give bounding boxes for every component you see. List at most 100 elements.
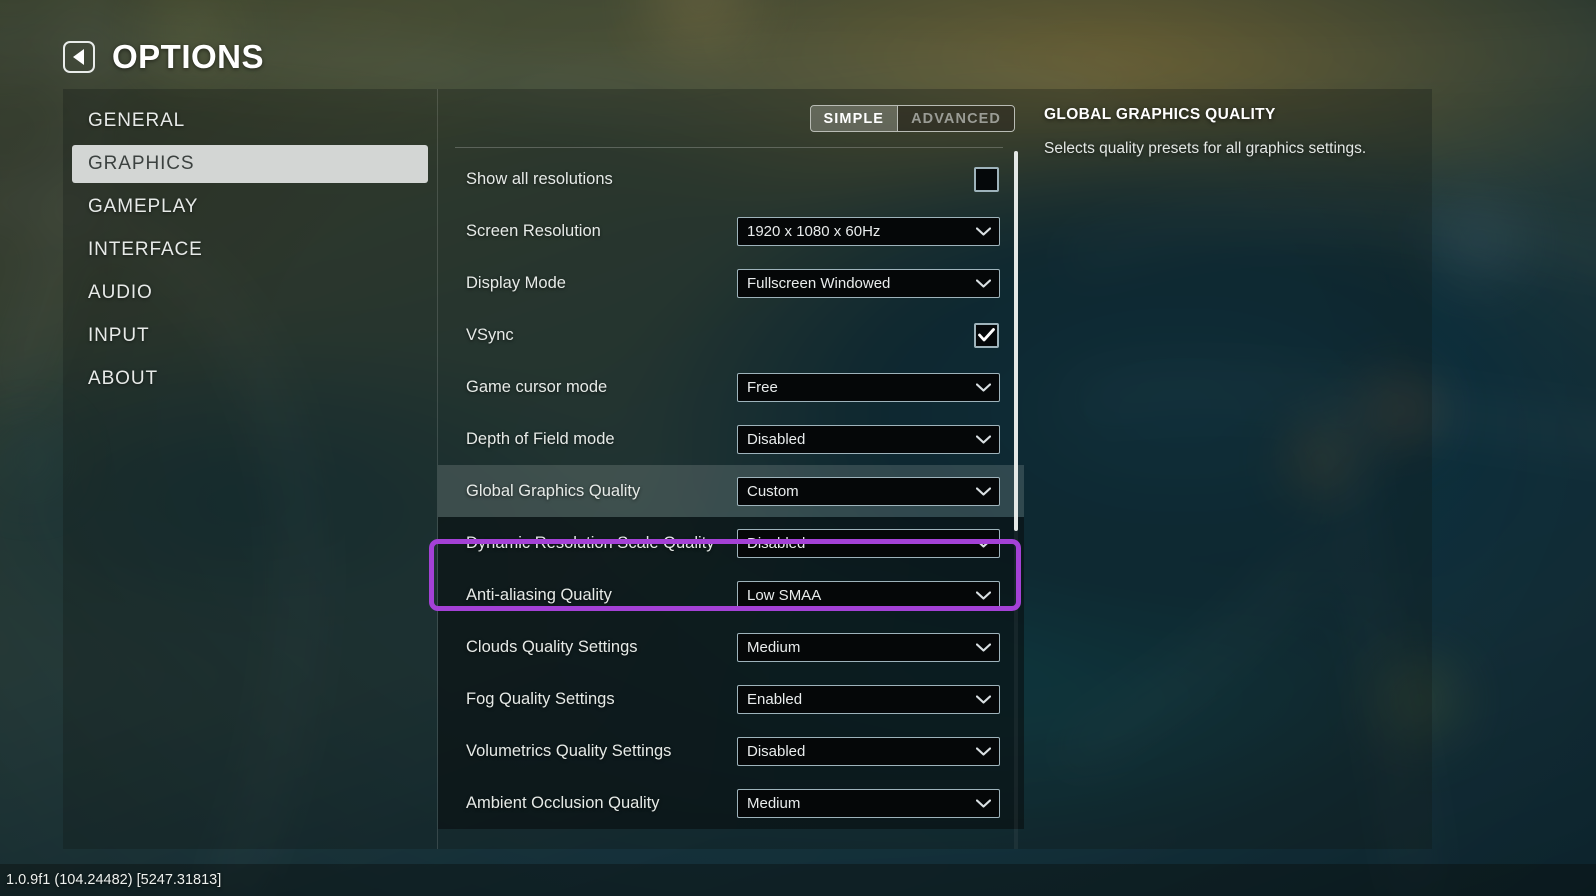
- settings-row[interactable]: VSync: [438, 309, 1024, 361]
- checkbox-toggle[interactable]: [974, 323, 999, 348]
- chevron-down-icon: [976, 227, 991, 236]
- chevron-down-icon: [976, 279, 991, 288]
- dropdown-value: Enabled: [747, 691, 976, 708]
- settings-row-control: Medium: [728, 633, 1012, 662]
- dropdown-value: Disabled: [747, 743, 976, 760]
- settings-row-label: Display Mode: [466, 274, 728, 293]
- dropdown-select[interactable]: Fullscreen Windowed: [737, 269, 1000, 298]
- page-header: OPTIONS: [63, 38, 264, 76]
- chevron-down-icon: [976, 747, 991, 756]
- settings-row-control: Fullscreen Windowed: [728, 269, 1012, 298]
- settings-row-control: Custom: [728, 477, 1012, 506]
- dropdown-value: Low SMAA: [747, 587, 976, 604]
- dropdown-value: Medium: [747, 639, 976, 656]
- dropdown-select[interactable]: Disabled: [737, 737, 1000, 766]
- version-text: 1.0.9f1 (104.24482) [5247.31813]: [6, 872, 221, 888]
- sidebar-item-general[interactable]: GENERAL: [72, 102, 428, 140]
- dropdown-select[interactable]: Disabled: [737, 425, 1000, 454]
- info-panel-title: GLOBAL GRAPHICS QUALITY: [1044, 106, 1410, 124]
- checkbox-toggle[interactable]: [974, 167, 999, 192]
- dropdown-select[interactable]: Medium: [737, 633, 1000, 662]
- dropdown-value: Disabled: [747, 535, 976, 552]
- dropdown-value: Fullscreen Windowed: [747, 275, 976, 292]
- settings-row[interactable]: Clouds Quality Settings Medium: [438, 621, 1024, 673]
- settings-row[interactable]: Volumetrics Quality Settings Disabled: [438, 725, 1024, 777]
- settings-row-label: Clouds Quality Settings: [466, 638, 728, 657]
- sidebar-item-input[interactable]: INPUT: [72, 317, 428, 355]
- settings-row[interactable]: Game cursor mode Free: [438, 361, 1024, 413]
- settings-row-label: Screen Resolution: [466, 222, 728, 241]
- settings-row[interactable]: Dynamic Resolution Scale Quality Disabled: [438, 517, 1024, 569]
- dropdown-value: Medium: [747, 795, 976, 812]
- back-arrow-glyph: [73, 49, 84, 65]
- settings-row-control: Disabled: [728, 529, 1012, 558]
- back-arrow-icon[interactable]: [63, 41, 95, 73]
- check-icon: [978, 328, 995, 342]
- sidebar-item-gameplay[interactable]: GAMEPLAY: [72, 188, 428, 226]
- settings-row[interactable]: Display Mode Fullscreen Windowed: [438, 257, 1024, 309]
- settings-row-control: [728, 323, 1012, 348]
- settings-list: Show all resolutions Screen Resolution 192…: [438, 153, 1024, 849]
- sidebar-item-interface[interactable]: INTERFACE: [72, 231, 428, 269]
- settings-row-label: Dynamic Resolution Scale Quality: [466, 534, 728, 553]
- sidebar-item-graphics[interactable]: GRAPHICS: [72, 145, 428, 183]
- settings-row-control: [728, 167, 1012, 192]
- settings-row[interactable]: Depth of Field mode Disabled: [438, 413, 1024, 465]
- sidebar-item-label: GAMEPLAY: [88, 196, 198, 218]
- chevron-down-icon: [976, 383, 991, 392]
- settings-scrollbar-thumb[interactable]: [1014, 151, 1018, 531]
- sidebar-nav: GENERAL GRAPHICS GAMEPLAY INTERFACE AUDI…: [63, 89, 437, 849]
- chevron-down-icon: [976, 435, 991, 444]
- chevron-down-icon: [976, 487, 991, 496]
- sidebar-item-label: AUDIO: [88, 282, 153, 304]
- dropdown-select[interactable]: Custom: [737, 477, 1000, 506]
- settings-row[interactable]: Screen Resolution 1920 x 1080 x 60Hz: [438, 205, 1024, 257]
- chevron-down-icon: [976, 643, 991, 652]
- sidebar-item-label: INPUT: [88, 325, 150, 347]
- settings-row[interactable]: Ambient Occlusion Quality Medium: [438, 777, 1024, 829]
- dropdown-value: 1920 x 1080 x 60Hz: [747, 223, 976, 240]
- settings-row-label: Anti-aliasing Quality: [466, 586, 728, 605]
- mode-toggle-group[interactable]: SIMPLE ADVANCED: [810, 105, 1016, 132]
- settings-row-label: VSync: [466, 326, 728, 345]
- sidebar-item-label: ABOUT: [88, 368, 158, 390]
- chevron-down-icon: [976, 539, 991, 548]
- tab-advanced[interactable]: ADVANCED: [897, 106, 1014, 131]
- settings-row-label: Volumetrics Quality Settings: [466, 742, 728, 761]
- dropdown-value: Disabled: [747, 431, 976, 448]
- chevron-down-icon: [976, 799, 991, 808]
- sidebar-item-audio[interactable]: AUDIO: [72, 274, 428, 312]
- settings-row-label: Global Graphics Quality: [466, 482, 728, 501]
- settings-row-control: Disabled: [728, 425, 1012, 454]
- settings-row-control: Enabled: [728, 685, 1012, 714]
- info-panel-description: Selects quality presets for all graphics…: [1044, 139, 1410, 160]
- settings-row-control: Medium: [728, 789, 1012, 818]
- settings-separator: [455, 147, 1003, 148]
- settings-row-control: Free: [728, 373, 1012, 402]
- dropdown-select[interactable]: Free: [737, 373, 1000, 402]
- dropdown-select[interactable]: 1920 x 1080 x 60Hz: [737, 217, 1000, 246]
- sidebar-item-label: GRAPHICS: [88, 153, 194, 175]
- settings-row-label: Game cursor mode: [466, 378, 728, 397]
- info-panel: GLOBAL GRAPHICS QUALITY Selects quality …: [1025, 89, 1432, 849]
- dropdown-select[interactable]: Medium: [737, 789, 1000, 818]
- chevron-down-icon: [976, 695, 991, 704]
- settings-row-label: Depth of Field mode: [466, 430, 728, 449]
- dropdown-select[interactable]: Enabled: [737, 685, 1000, 714]
- settings-row[interactable]: Fog Quality Settings Enabled: [438, 673, 1024, 725]
- settings-row[interactable]: Show all resolutions: [438, 153, 1024, 205]
- settings-row-control: 1920 x 1080 x 60Hz: [728, 217, 1012, 246]
- sidebar-item-label: GENERAL: [88, 110, 185, 132]
- dropdown-select[interactable]: Low SMAA: [737, 581, 1000, 610]
- dropdown-value: Free: [747, 379, 976, 396]
- dropdown-select[interactable]: Disabled: [737, 529, 1000, 558]
- page-title: OPTIONS: [112, 38, 264, 76]
- sidebar-item-about[interactable]: ABOUT: [72, 360, 428, 398]
- chevron-down-icon: [976, 591, 991, 600]
- settings-row-label: Fog Quality Settings: [466, 690, 728, 709]
- settings-row[interactable]: Global Graphics Quality Custom: [438, 465, 1024, 517]
- settings-row-control: Low SMAA: [728, 581, 1012, 610]
- tab-simple[interactable]: SIMPLE: [811, 106, 898, 131]
- settings-row-label: Ambient Occlusion Quality: [466, 794, 728, 813]
- settings-row[interactable]: Anti-aliasing Quality Low SMAA: [438, 569, 1024, 621]
